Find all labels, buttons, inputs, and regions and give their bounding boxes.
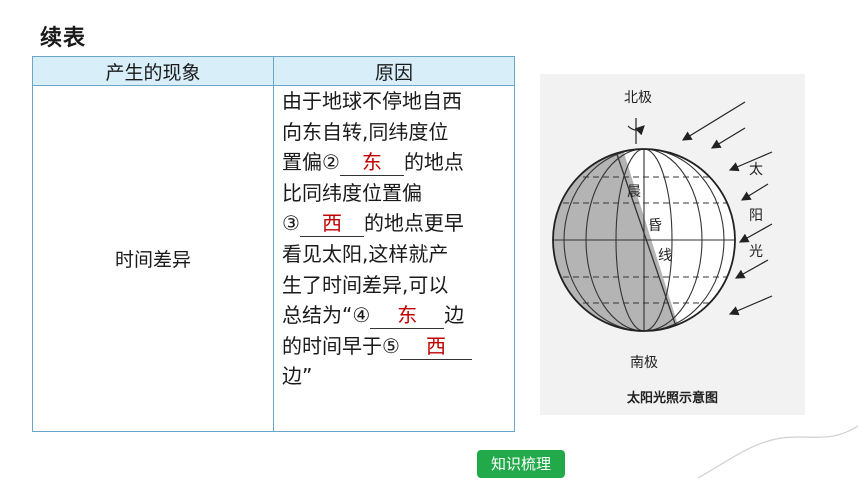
reason-line: 边” xyxy=(282,364,313,389)
reason-line: 的地点更早 xyxy=(363,211,464,236)
globe-illustration: 北极 南极 太 阳 光 晨 昏 线 xyxy=(552,90,773,371)
reason-line: 比同纬度位置偏 xyxy=(282,180,422,205)
reason-line: 的地点 xyxy=(403,150,464,175)
reason-line: 的时间早于⑤ xyxy=(282,333,400,358)
knowledge-review-button[interactable]: 知识梳理 xyxy=(477,450,565,478)
south-pole-label: 南极 xyxy=(630,355,658,371)
table-header-row: 产生的现象 原因 xyxy=(32,56,515,86)
north-pole-label: 北极 xyxy=(624,90,652,106)
reason-line: 由于地球不停地自西 xyxy=(282,89,462,113)
sun-label-char: 太 xyxy=(749,162,763,178)
sunlight-diagram: 北极 南极 太 阳 光 晨 昏 线 太阳光照示意图 xyxy=(540,74,805,415)
reason-line: 边 xyxy=(444,303,465,328)
phenomenon-cell: 时间差异 xyxy=(32,85,274,432)
reason-line: 生了时间差异,可以 xyxy=(282,272,449,297)
reason-line: ③ xyxy=(282,211,300,236)
terminator-label-char: 晨 xyxy=(627,184,641,200)
page-title: 续表 xyxy=(40,26,87,51)
reason-line: 置偏② xyxy=(282,150,340,175)
terminator-label-char: 线 xyxy=(658,248,672,264)
reason-cell: 由于地球不停地自西 向东自转,同纬度位 置偏② 东的地点 比同纬度位置偏 ③ 西的地… xyxy=(273,85,515,432)
info-table: 产生的现象 原因 时间差异 由于地球不停地自西 向东自转,同纬度位 置偏② 东的地… xyxy=(32,56,515,432)
sun-label-char: 阳 xyxy=(749,208,763,224)
terminator-label-char: 昏 xyxy=(648,218,662,234)
decorative-curve xyxy=(697,425,859,479)
answer-4: 东 xyxy=(370,302,445,330)
header-reason: 原因 xyxy=(273,56,515,86)
table-row: 时间差异 由于地球不停地自西 向东自转,同纬度位 置偏② 东的地点 比同纬度位置偏… xyxy=(32,85,515,432)
reason-line: 总结为“④ xyxy=(282,303,371,328)
sun-label-char: 光 xyxy=(749,244,763,260)
reason-line: 向东自转,同纬度位 xyxy=(282,119,449,144)
reason-line: 看见太阳,这样就产 xyxy=(282,241,449,266)
answer-5: 西 xyxy=(399,333,472,360)
answer-3: 西 xyxy=(299,210,364,238)
answer-2: 东 xyxy=(339,149,404,177)
header-phenomenon: 产生的现象 xyxy=(32,56,274,86)
figure-caption: 太阳光照示意图 xyxy=(626,391,718,406)
